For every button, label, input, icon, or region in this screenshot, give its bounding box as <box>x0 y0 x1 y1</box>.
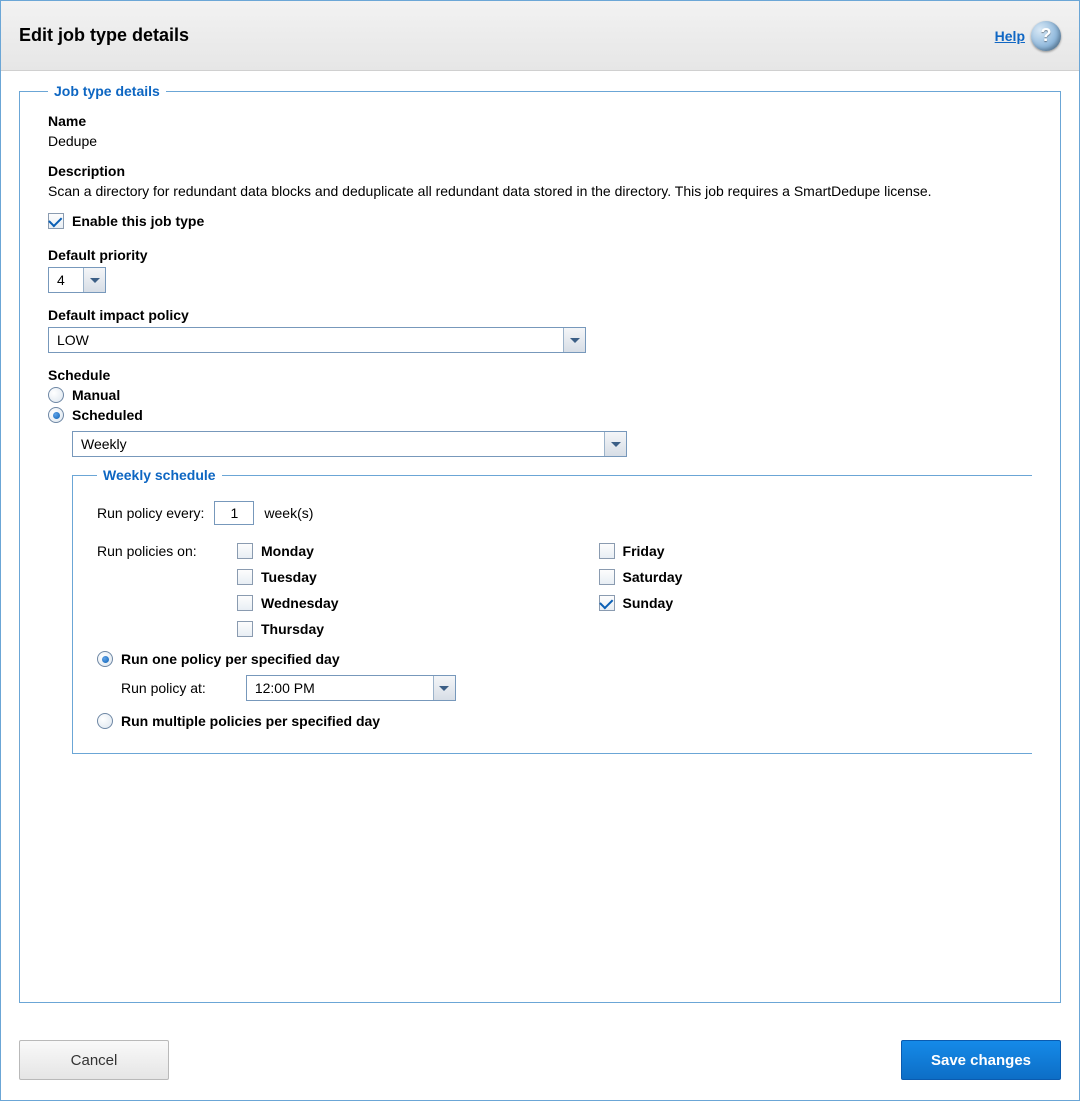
run-at-label: Run policy at: <box>121 680 206 696</box>
saturday-label: Saturday <box>623 569 683 585</box>
name-label: Name <box>48 113 1032 129</box>
run-at-select-value: 12:00 PM <box>247 676 433 700</box>
chevron-down-icon <box>604 432 626 456</box>
cancel-button[interactable]: Cancel <box>19 1040 169 1080</box>
monday-label: Monday <box>261 543 314 559</box>
days-col-left: Monday Tuesday Wednesday Thursday <box>237 543 339 637</box>
run-one-label: Run one policy per specified day <box>121 651 340 667</box>
schedule-scheduled-label: Scheduled <box>72 407 143 423</box>
help-wrap: Help <box>995 21 1061 51</box>
name-value: Dedupe <box>48 133 97 149</box>
days-row: Run policies on: Monday Tuesday Wednesda… <box>97 543 1008 637</box>
impact-select-value: LOW <box>49 328 563 352</box>
friday-checkbox[interactable] <box>599 543 615 559</box>
tuesday-label: Tuesday <box>261 569 317 585</box>
schedule-field: Schedule Manual Scheduled Weekly Wee <box>48 367 1032 754</box>
schedule-manual-label: Manual <box>72 387 120 403</box>
weekly-legend: Weekly schedule <box>97 467 222 483</box>
name-field: Name Dedupe <box>48 113 1032 149</box>
sunday-label: Sunday <box>623 595 674 611</box>
save-changes-button[interactable]: Save changes <box>901 1040 1061 1080</box>
schedule-manual-radio[interactable] <box>48 387 64 403</box>
thursday-label: Thursday <box>261 621 324 637</box>
dialog-footer: Cancel Save changes <box>1 1030 1079 1100</box>
impact-field: Default impact policy LOW <box>48 307 1032 353</box>
run-one-radio[interactable] <box>97 651 113 667</box>
priority-select-value: 4 <box>49 268 83 292</box>
thursday-checkbox[interactable] <box>237 621 253 637</box>
run-every-input[interactable] <box>214 501 254 525</box>
description-value: Scan a directory for redundant data bloc… <box>48 183 932 199</box>
impact-label: Default impact policy <box>48 307 1032 323</box>
weekly-schedule-fieldset: Weekly schedule Run policy every: week(s… <box>72 467 1032 754</box>
help-icon[interactable] <box>1031 21 1061 51</box>
run-at-select[interactable]: 12:00 PM <box>246 675 456 701</box>
description-field: Description Scan a directory for redunda… <box>48 163 1032 199</box>
job-type-details-fieldset: Job type details Name Dedupe Description… <box>19 83 1061 1003</box>
dialog-title: Edit job type details <box>19 25 189 46</box>
frequency-select-value: Weekly <box>73 432 604 456</box>
dialog-body: Job type details Name Dedupe Description… <box>1 71 1079 1030</box>
schedule-scheduled-row: Scheduled <box>48 407 1032 423</box>
monday-checkbox[interactable] <box>237 543 253 559</box>
description-label: Description <box>48 163 1032 179</box>
wednesday-label: Wednesday <box>261 595 339 611</box>
wednesday-checkbox[interactable] <box>237 595 253 611</box>
enable-row: Enable this job type <box>48 213 1032 229</box>
friday-label: Friday <box>623 543 665 559</box>
run-multiple-radio[interactable] <box>97 713 113 729</box>
impact-select[interactable]: LOW <box>48 327 586 353</box>
run-every-label: Run policy every: <box>97 505 204 521</box>
fieldset-legend: Job type details <box>48 83 166 99</box>
tuesday-checkbox[interactable] <box>237 569 253 585</box>
schedule-scheduled-radio[interactable] <box>48 407 64 423</box>
frequency-select[interactable]: Weekly <box>72 431 627 457</box>
dialog: Edit job type details Help Job type deta… <box>0 0 1080 1101</box>
chevron-down-icon <box>83 268 105 292</box>
priority-select[interactable]: 4 <box>48 267 106 293</box>
sunday-checkbox[interactable] <box>599 595 615 611</box>
schedule-manual-row: Manual <box>48 387 1032 403</box>
run-every-row: Run policy every: week(s) <box>97 501 1008 525</box>
run-every-units: week(s) <box>264 505 313 521</box>
dialog-header: Edit job type details Help <box>1 1 1079 71</box>
help-link[interactable]: Help <box>995 28 1025 44</box>
saturday-checkbox[interactable] <box>599 569 615 585</box>
enable-checkbox[interactable] <box>48 213 64 229</box>
run-on-label: Run policies on: <box>97 543 237 559</box>
chevron-down-icon <box>563 328 585 352</box>
run-multiple-row: Run multiple policies per specified day <box>97 713 1008 729</box>
chevron-down-icon <box>433 676 455 700</box>
run-multiple-label: Run multiple policies per specified day <box>121 713 380 729</box>
days-columns: Monday Tuesday Wednesday Thursday Friday… <box>237 543 682 637</box>
enable-label: Enable this job type <box>72 213 204 229</box>
priority-label: Default priority <box>48 247 1032 263</box>
schedule-label: Schedule <box>48 367 1032 383</box>
days-col-right: Friday Saturday Sunday <box>599 543 683 637</box>
run-at-row: Run policy at: 12:00 PM <box>121 675 1008 701</box>
run-one-row: Run one policy per specified day <box>97 651 1008 667</box>
priority-field: Default priority 4 <box>48 247 1032 293</box>
